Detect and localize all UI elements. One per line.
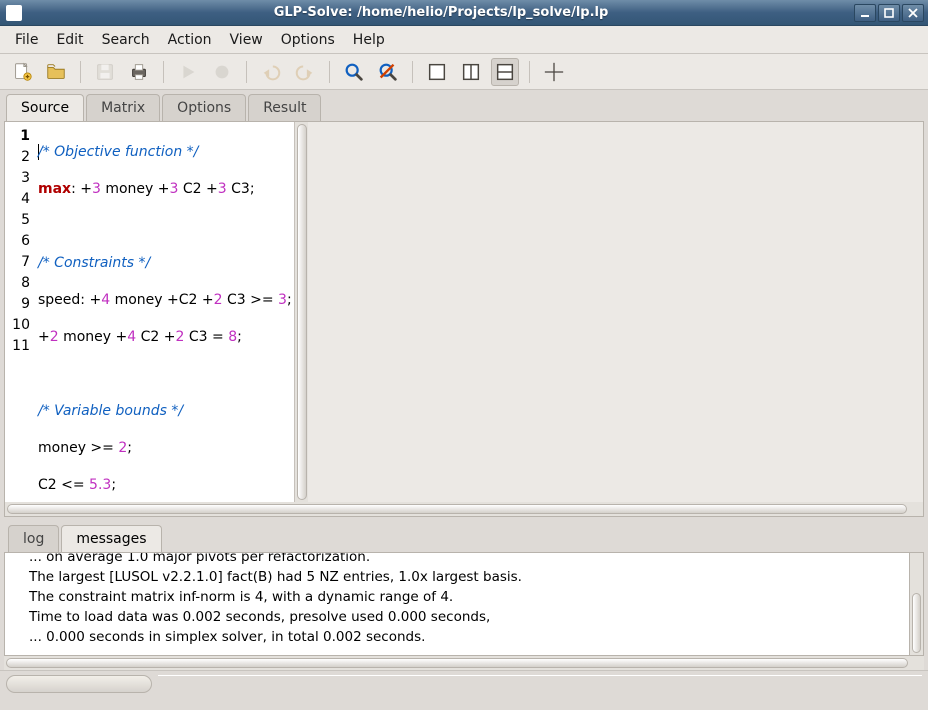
menu-search[interactable]: Search xyxy=(93,28,159,52)
menu-bar: File Edit Search Action View Options Hel… xyxy=(0,26,928,54)
undo-button[interactable] xyxy=(257,58,285,86)
menu-help[interactable]: Help xyxy=(344,28,394,52)
find-replace-button[interactable] xyxy=(374,58,402,86)
tab-source[interactable]: Source xyxy=(6,94,84,121)
status-spacer xyxy=(158,675,922,693)
menu-action[interactable]: Action xyxy=(159,28,221,52)
editor-horizontal-scrollbar[interactable] xyxy=(5,502,923,516)
close-button[interactable] xyxy=(902,4,924,22)
find-button[interactable] xyxy=(340,58,368,86)
layout-crosshair-button[interactable] xyxy=(540,58,568,86)
status-progress xyxy=(6,675,152,693)
tab-messages[interactable]: messages xyxy=(61,525,161,552)
status-bar xyxy=(0,670,928,696)
redo-button[interactable] xyxy=(291,58,319,86)
line-gutter: 1 2 3 4 5 6 7 8 9 10 11 xyxy=(5,122,34,502)
message-line: ... 0.000 seconds in simplex solver, in … xyxy=(29,627,899,647)
stop-button[interactable] xyxy=(208,58,236,86)
layout-split-v-button[interactable] xyxy=(457,58,485,86)
source-editor[interactable]: 1 2 3 4 5 6 7 8 9 10 11 /* Objective fun… xyxy=(5,122,294,502)
maximize-button[interactable] xyxy=(878,4,900,22)
toolbar xyxy=(0,54,928,90)
tab-matrix[interactable]: Matrix xyxy=(86,94,160,121)
lower-tabstrip: log messages xyxy=(4,521,924,552)
scrollbar-thumb[interactable] xyxy=(912,593,921,653)
menu-edit[interactable]: Edit xyxy=(47,28,92,52)
messages-horizontal-scrollbar[interactable] xyxy=(4,656,924,670)
title-bar: GLP-Solve: /home/helio/Projects/lp_solve… xyxy=(0,0,928,26)
scrollbar-thumb[interactable] xyxy=(297,124,307,500)
minimize-button[interactable] xyxy=(854,4,876,22)
print-button[interactable] xyxy=(125,58,153,86)
tab-options[interactable]: Options xyxy=(162,94,246,121)
save-button[interactable] xyxy=(91,58,119,86)
menu-options[interactable]: Options xyxy=(272,28,344,52)
tab-log[interactable]: log xyxy=(8,525,59,552)
run-button[interactable] xyxy=(174,58,202,86)
upper-tabstrip: Source Matrix Options Result xyxy=(0,90,928,121)
editor-panel: 1 2 3 4 5 6 7 8 9 10 11 /* Objective fun… xyxy=(4,121,924,517)
menu-file[interactable]: File xyxy=(6,28,47,52)
tab-result[interactable]: Result xyxy=(248,94,321,121)
scrollbar-thumb[interactable] xyxy=(6,658,908,668)
messages-output[interactable]: ... on average 1.0 major pivots per refa… xyxy=(4,552,910,656)
new-file-button[interactable] xyxy=(8,58,36,86)
message-line: ... on average 1.0 major pivots per refa… xyxy=(29,552,899,567)
scrollbar-thumb[interactable] xyxy=(7,504,907,514)
window-title: GLP-Solve: /home/helio/Projects/lp_solve… xyxy=(28,5,854,20)
layout-single-button[interactable] xyxy=(423,58,451,86)
messages-vertical-scrollbar[interactable] xyxy=(910,552,924,656)
message-line: The largest [LUSOL v2.2.1.0] fact(B) had… xyxy=(29,567,899,587)
message-line: Time to load data was 0.002 seconds, pre… xyxy=(29,607,899,627)
open-file-button[interactable] xyxy=(42,58,70,86)
editor-vertical-scrollbar[interactable] xyxy=(294,122,308,502)
menu-view[interactable]: View xyxy=(221,28,272,52)
message-line: The constraint matrix inf-norm is 4, wit… xyxy=(29,587,899,607)
layout-split-h-button[interactable] xyxy=(491,58,519,86)
code-area[interactable]: /* Objective function */ max: +3 money +… xyxy=(34,122,294,502)
app-icon xyxy=(6,5,22,21)
